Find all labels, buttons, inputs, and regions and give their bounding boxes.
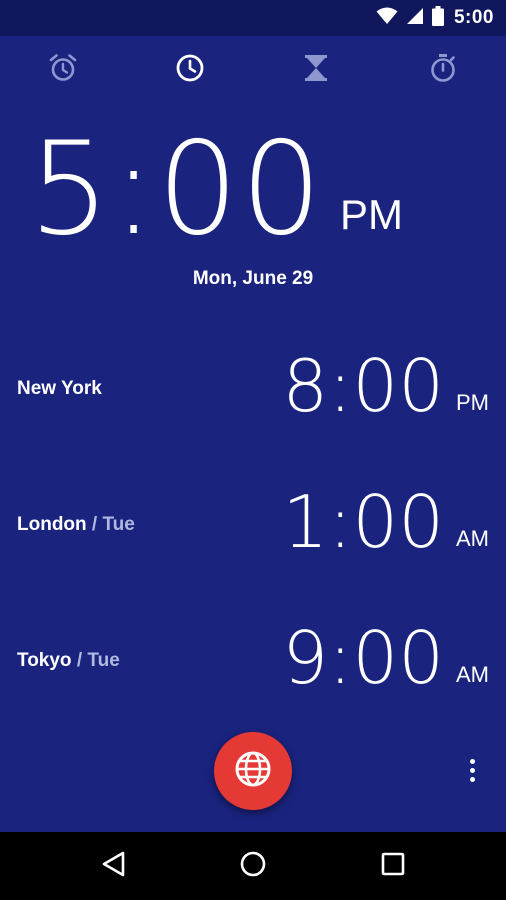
wifi-icon — [376, 7, 398, 30]
date-label: Mon, June 29 — [192, 268, 314, 289]
tab-alarm[interactable] — [43, 50, 83, 90]
city-name: Tokyo / Tue — [17, 650, 120, 671]
city-ampm: AM — [456, 526, 489, 551]
city-time: 8:00 — [282, 344, 444, 428]
city-clock-london[interactable]: London / Tue 1:00 AM — [0, 482, 506, 576]
city-time: 1:00 — [282, 480, 444, 564]
status-bar: 5:00 — [0, 0, 506, 36]
add-city-button[interactable] — [214, 732, 292, 810]
back-button[interactable] — [93, 846, 133, 886]
stopwatch-icon — [428, 53, 458, 88]
main-time-digits: 5:00 — [28, 115, 324, 264]
tab-stopwatch[interactable] — [423, 50, 463, 90]
battery-icon — [431, 5, 444, 31]
navigation-bar — [0, 832, 506, 900]
home-button[interactable] — [233, 846, 273, 886]
status-time: 5:00 — [453, 7, 494, 28]
city-time: 9:00 — [282, 616, 444, 700]
back-icon — [100, 850, 126, 883]
more-vertical-icon[interactable] — [460, 752, 484, 788]
main-clock: 5:00 PM — [0, 120, 506, 260]
hourglass-icon — [303, 54, 329, 87]
tab-timer[interactable] — [296, 50, 336, 90]
tab-bar — [0, 36, 506, 102]
city-name: New York — [17, 378, 102, 399]
main-time-ampm: PM — [340, 191, 403, 238]
cell-signal-icon — [406, 7, 424, 30]
clock-icon — [175, 53, 205, 88]
city-clock-tokyo[interactable]: Tokyo / Tue 9:00 AM — [0, 618, 506, 712]
city-ampm: PM — [456, 390, 489, 415]
alarm-icon — [48, 53, 78, 88]
recents-button[interactable] — [373, 846, 413, 886]
city-ampm: AM — [456, 662, 489, 687]
recents-icon — [380, 851, 406, 882]
globe-icon — [233, 749, 273, 794]
city-clock-new-york[interactable]: New York 8:00 PM — [0, 346, 506, 440]
city-name: London / Tue — [17, 514, 135, 535]
home-icon — [239, 850, 267, 883]
tab-clock[interactable] — [170, 50, 210, 90]
